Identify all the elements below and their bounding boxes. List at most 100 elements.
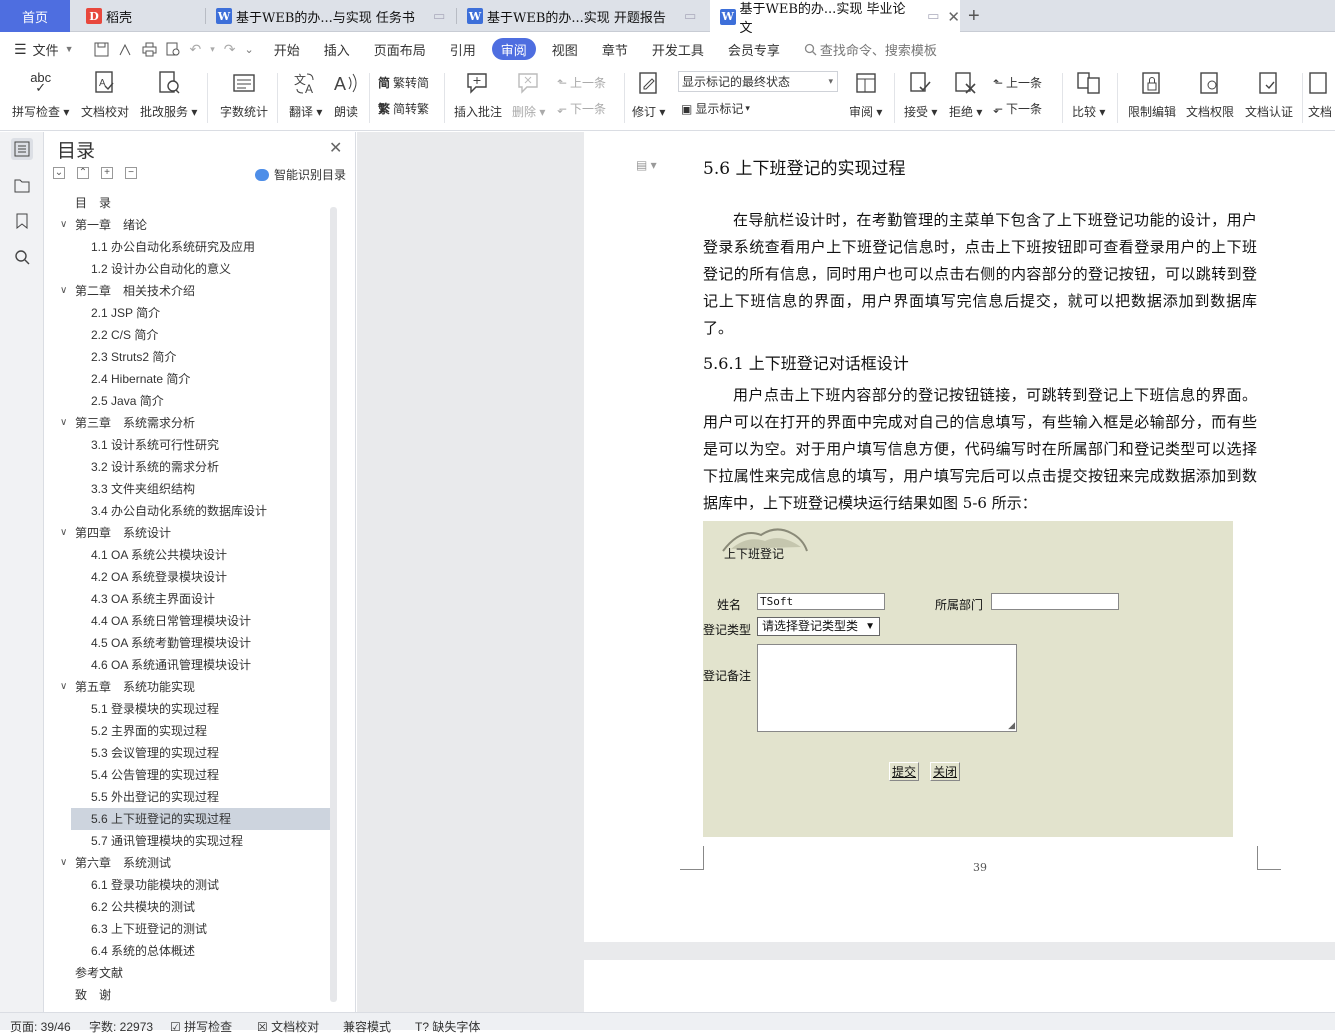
bookmark-icon[interactable]: [11, 210, 33, 232]
toc-item[interactable]: 目 录: [57, 192, 335, 214]
toc-scrollbar[interactable]: [330, 207, 337, 1002]
new-tab-button[interactable]: +: [968, 0, 980, 32]
toc-item[interactable]: 5.2 主界面的实现过程: [57, 720, 335, 742]
customize-toolbar-icon[interactable]: ⌄: [245, 43, 254, 56]
toc-item[interactable]: 5.6 上下班登记的实现过程: [71, 808, 335, 830]
tab-document-2[interactable]: W 基于WEB的办...实现 开题报告 ▭: [457, 0, 709, 32]
paragraph-options-icon[interactable]: ▤ ▾: [636, 158, 657, 172]
status-proofread[interactable]: ☒ 文档校对: [257, 1018, 319, 1035]
print-preview-icon[interactable]: [166, 42, 181, 57]
doc-more-button[interactable]: 文档: [1308, 69, 1335, 120]
compare-button[interactable]: 比较 ▾: [1072, 69, 1105, 120]
collapse-all-icon[interactable]: ⌄: [53, 167, 65, 179]
menu-item-insert[interactable]: 插入: [312, 38, 362, 60]
prev-comment-button[interactable]: ⬑ 上一条: [557, 74, 606, 91]
command-search[interactable]: 查找命令、搜索模板: [792, 38, 949, 60]
chevron-down-icon[interactable]: ∨: [60, 214, 67, 236]
proofread-button[interactable]: A 文档校对: [81, 69, 129, 120]
doc-certify-button[interactable]: 文档认证: [1245, 69, 1293, 120]
page-indicator[interactable]: 页面: 39/46: [10, 1018, 71, 1035]
menu-item-review[interactable]: 审阅: [491, 38, 536, 60]
toc-item[interactable]: 3.4 办公自动化系统的数据库设计: [57, 500, 335, 522]
doc-permission-button[interactable]: 文档权限: [1186, 69, 1234, 120]
toc-item[interactable]: 5.7 通讯管理模块的实现过程: [57, 830, 335, 852]
next-change-button[interactable]: ⬐ 下一条: [993, 100, 1042, 117]
revise-button[interactable]: 修订 ▾: [632, 69, 665, 120]
add-entry-icon[interactable]: +: [101, 167, 113, 179]
toc-item[interactable]: 6.2 公共模块的测试: [57, 896, 335, 918]
menu-item-reference[interactable]: 引用: [438, 38, 488, 60]
expand-up-icon[interactable]: ⌃: [77, 167, 89, 179]
toc-chapter-item[interactable]: ∨ 第一章 绪论: [57, 214, 335, 236]
toc-item[interactable]: 4.1 OA 系统公共模块设计: [57, 544, 335, 566]
insert-comment-button[interactable]: 插入批注: [454, 69, 502, 120]
toc-item[interactable]: 6.1 登录功能模块的测试: [57, 874, 335, 896]
toc-item[interactable]: 6.3 上下班登记的测试: [57, 918, 335, 940]
toc-chapter-item[interactable]: ∨ 第五章 系统功能实现: [57, 676, 335, 698]
toc-item[interactable]: 3.1 设计系统可行性研究: [57, 434, 335, 456]
export-icon[interactable]: [118, 42, 133, 57]
annotate-service-button[interactable]: 批改服务 ▾: [140, 69, 197, 120]
toc-chapter-item[interactable]: ∨ 第二章 相关技术介绍: [57, 280, 335, 302]
delete-comment-button[interactable]: 删除 ▾: [512, 69, 545, 120]
search-icon[interactable]: [11, 246, 33, 268]
toc-item[interactable]: 致 谢: [57, 984, 335, 1006]
toc-item[interactable]: 2.2 C/S 简介: [57, 324, 335, 346]
toc-item[interactable]: 5.5 外出登记的实现过程: [57, 786, 335, 808]
chevron-down-icon[interactable]: ∨: [60, 852, 67, 874]
close-button[interactable]: 关闭: [930, 762, 961, 781]
wordcount-button[interactable]: 字数统计: [220, 69, 268, 120]
toc-chapter-item[interactable]: ∨ 第三章 系统需求分析: [57, 412, 335, 434]
toc-item[interactable]: 4.5 OA 系统考勤管理模块设计: [57, 632, 335, 654]
tab-daoke[interactable]: D 稻壳: [76, 0, 206, 32]
toc-item[interactable]: 5.1 登录模块的实现过程: [57, 698, 335, 720]
toc-panel-icon[interactable]: [11, 138, 33, 160]
missing-font[interactable]: T? 缺失字体: [415, 1018, 480, 1035]
save-icon[interactable]: [94, 42, 109, 57]
name-input[interactable]: TSoft: [757, 593, 885, 610]
menu-item-view[interactable]: 视图: [540, 38, 590, 60]
toc-item[interactable]: 4.4 OA 系统日常管理模块设计: [57, 610, 335, 632]
toc-item[interactable]: 2.1 JSP 简介: [57, 302, 335, 324]
toc-chapter-item[interactable]: ∨ 第六章 系统测试: [57, 852, 335, 874]
simp-to-trad-button[interactable]: 繁简转繁: [378, 100, 429, 117]
translate-button[interactable]: 文A 翻译 ▾: [289, 69, 322, 120]
toc-item[interactable]: 3.3 文件夹组织结构: [57, 478, 335, 500]
print-icon[interactable]: [142, 42, 157, 57]
chevron-down-icon[interactable]: ∨: [60, 280, 67, 302]
toc-item[interactable]: 4.2 OA 系统登录模块设计: [57, 566, 335, 588]
menu-item-chapter[interactable]: 章节: [590, 38, 640, 60]
remove-entry-icon[interactable]: −: [125, 167, 137, 179]
markup-state-select[interactable]: 显示标记的最终状态 ▾: [678, 71, 838, 92]
spellcheck-button[interactable]: abc ✓ 拼写检查 ▾: [12, 69, 69, 120]
type-select[interactable]: 请选择登记类型类 ▼: [757, 617, 880, 636]
menu-item-start[interactable]: 开始: [262, 38, 312, 60]
menu-item-member[interactable]: 会员专享: [716, 38, 792, 60]
tab-document-1[interactable]: W 基于WEB的办...与实现 任务书 ▭: [206, 0, 456, 32]
chevron-down-icon[interactable]: ∨: [60, 412, 67, 434]
smart-toc-button[interactable]: 智能识别目录: [255, 166, 346, 183]
toc-item[interactable]: 1.2 设计办公自动化的意义: [57, 258, 335, 280]
toc-item[interactable]: 2.5 Java 简介: [57, 390, 335, 412]
submit-button[interactable]: 提交: [889, 762, 920, 781]
tab-home[interactable]: 首页: [0, 0, 70, 32]
accept-button[interactable]: 接受 ▾: [904, 69, 937, 120]
toc-item[interactable]: 5.3 会议管理的实现过程: [57, 742, 335, 764]
toc-item[interactable]: 5.4 公告管理的实现过程: [57, 764, 335, 786]
chevron-down-icon[interactable]: ∨: [60, 522, 67, 544]
menu-item-devtools[interactable]: 开发工具: [640, 38, 716, 60]
department-input[interactable]: [991, 593, 1119, 610]
review-pane-button[interactable]: 审阅 ▾: [849, 69, 882, 120]
show-markup-button[interactable]: ▣ 显示标记 ▾: [681, 100, 750, 117]
toc-item[interactable]: 2.3 Struts2 简介: [57, 346, 335, 368]
toc-item[interactable]: 3.2 设计系统的需求分析: [57, 456, 335, 478]
menu-item-layout[interactable]: 页面布局: [362, 38, 438, 60]
toc-item[interactable]: 6.4 系统的总体概述: [57, 940, 335, 962]
toc-item[interactable]: 2.4 Hibernate 简介: [57, 368, 335, 390]
status-spellcheck[interactable]: ☑ 拼写检查: [170, 1018, 232, 1035]
note-textarea[interactable]: ◢: [757, 644, 1017, 732]
toc-item[interactable]: 4.6 OA 系统通讯管理模块设计: [57, 654, 335, 676]
chapter-nav-icon[interactable]: [11, 174, 33, 196]
toc-chapter-item[interactable]: ∨ 第四章 系统设计: [57, 522, 335, 544]
file-menu[interactable]: ☰ 文件 ▼: [0, 38, 86, 60]
